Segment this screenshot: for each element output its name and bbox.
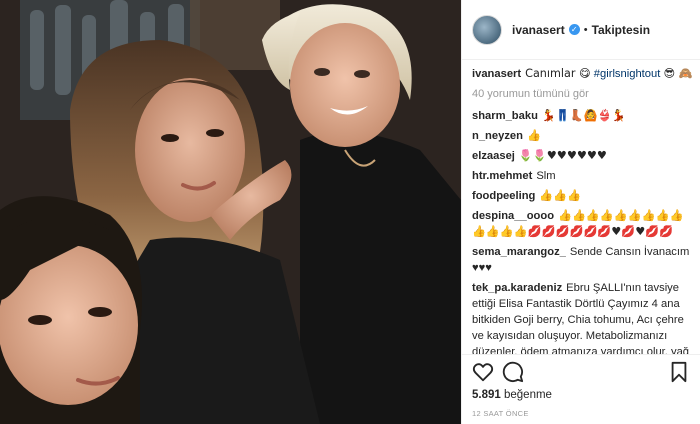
comment-username[interactable]: n_neyzen xyxy=(472,130,523,142)
heart-icon[interactable] xyxy=(472,361,494,383)
comment-text: Slm xyxy=(536,170,556,182)
comment-text: 👍 xyxy=(526,129,541,142)
photo-illustration xyxy=(0,0,461,424)
comment-username[interactable]: htr.mehmet xyxy=(472,170,532,182)
post-actions: 5.891 beğenme 12 SAAT ÖNCE xyxy=(462,354,700,424)
comment-username[interactable]: foodpeeling xyxy=(472,190,535,202)
post-photo[interactable] xyxy=(0,0,461,424)
load-more-comments-link[interactable]: 40 yorumun tümünü gör xyxy=(472,86,694,102)
caption-emoji: 😎 🙈 xyxy=(663,67,693,80)
likes-count[interactable]: 5.891 beğenme xyxy=(472,389,552,401)
comment-username[interactable]: despina__oooo xyxy=(472,210,554,222)
comment-username[interactable]: sharm_baku xyxy=(472,110,538,122)
comment-username[interactable]: tek_pa.karadeniz xyxy=(472,282,562,294)
list-item: elzaasej 🌷🌷♥♥♥♥♥♥ xyxy=(472,148,694,164)
list-item: despina__oooo 👍👍👍👍👍👍👍👍👍👍👍👍👍💋💋💋💋💋💋♥💋♥💋💋 xyxy=(472,208,694,240)
separator-dot: • xyxy=(583,23,588,36)
comments-list: ivanasert Canımlar 😋 #girlsnightout 😎 🙈 4… xyxy=(472,66,694,354)
comment-username[interactable]: sema_marangoz_ xyxy=(472,246,566,258)
list-item: foodpeeling 👍👍👍 xyxy=(472,188,694,204)
comment-username[interactable]: elzaasej xyxy=(472,150,515,162)
comment-text: 👍👍👍 xyxy=(539,189,582,202)
list-item: n_neyzen 👍 xyxy=(472,128,694,144)
post-header: ivanasert ✓ • Takiptesin xyxy=(462,0,700,60)
verified-badge-icon: ✓ xyxy=(568,24,580,35)
comment-icon[interactable] xyxy=(502,361,524,383)
list-item: sharm_baku 💃👖👢🙆👙💃 xyxy=(472,108,694,124)
post-side-panel: ivanasert ✓ • Takiptesin ivanasert Canıml… xyxy=(461,0,700,424)
comment-text: 💃👖👢🙆👙💃 xyxy=(541,109,626,122)
follow-status-button[interactable]: Takiptesin xyxy=(592,23,650,37)
comment-text: 🌷🌷♥♥♥♥♥♥ xyxy=(518,149,607,162)
caption: ivanasert Canımlar 😋 #girlsnightout 😎 🙈 xyxy=(472,66,694,82)
caption-username[interactable]: ivanasert xyxy=(472,68,521,80)
header-username[interactable]: ivanasert xyxy=(512,23,565,37)
bookmark-icon[interactable] xyxy=(668,361,690,383)
caption-hashtag[interactable]: #girlsnightout xyxy=(594,68,661,80)
likes-label: beğenme xyxy=(503,389,552,401)
list-item: sema_marangoz_ Sende Cansın İvanacım ♥♥♥ xyxy=(472,244,694,276)
avatar[interactable] xyxy=(472,14,502,45)
likes-number: 5.891 xyxy=(472,389,501,401)
list-item: tek_pa.karadeniz Ebru ŞALLI'nın tavsiye e… xyxy=(472,280,694,354)
post-timestamp: 12 SAAT ÖNCE xyxy=(472,409,529,418)
action-icons xyxy=(472,361,691,385)
list-item: htr.mehmet Slm xyxy=(472,168,694,184)
caption-text: Canımlar 😋 xyxy=(525,67,591,80)
